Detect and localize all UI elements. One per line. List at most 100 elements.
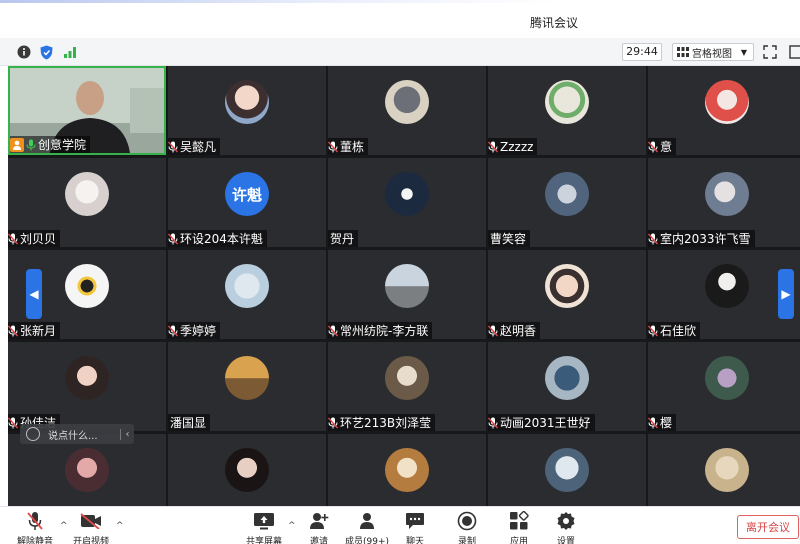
mic-muted-icon [168, 141, 179, 153]
view-mode-dropdown[interactable]: 宫格视图 ▼ [672, 43, 754, 61]
mic-muted-icon [488, 417, 499, 429]
participant-tile[interactable]: 吴懿凡 [168, 66, 326, 155]
mic-muted-icon [488, 325, 499, 337]
mic-muted-icon [8, 325, 19, 337]
prev-page-button[interactable]: ◀ [26, 269, 42, 319]
participant-name: 董栋 [340, 140, 365, 154]
participant-name: 张新月 [20, 324, 57, 338]
participant-nametag: 董栋 [328, 138, 369, 155]
video-options-caret[interactable]: ^ [116, 521, 124, 531]
unmute-label: 解除静音 [16, 537, 53, 544]
mic-muted-icon [168, 233, 179, 245]
chat-quick-input[interactable]: 说点什么... ‹ [20, 424, 134, 444]
participant-tile[interactable]: 董栋 [328, 66, 486, 155]
participant-name: 潘国显 [170, 416, 207, 430]
camera-off-icon [80, 511, 102, 531]
grid-view-icon [677, 47, 689, 57]
participant-nametag: 动画2031王世好 [488, 414, 595, 431]
participant-name: 动画2031王世好 [500, 416, 591, 430]
participant-tile[interactable]: 创意学院 [8, 66, 166, 155]
start-video-button[interactable]: 开启视频 [66, 511, 116, 544]
participant-name: 创意学院 [38, 138, 87, 152]
participant-nametag: 樱 [648, 414, 677, 431]
mic-muted-icon [8, 417, 19, 429]
settings-button[interactable]: 设置 [541, 511, 591, 544]
unmute-button[interactable]: 解除静音 [10, 511, 60, 544]
chat-label: 聊天 [405, 537, 424, 544]
participant-tile[interactable]: 室内2033许飞雪 [648, 158, 800, 247]
participant-tile[interactable]: 意 [648, 66, 800, 155]
participant-avatar [225, 80, 269, 124]
participant-name: 意 [660, 140, 673, 154]
title-bar: 腾讯会议 [0, 0, 800, 38]
participant-avatar [225, 356, 269, 400]
mic-muted-icon [648, 233, 659, 245]
chevron-left-icon: ◀ [29, 287, 39, 301]
participant-nametag: 刘贝贝 [8, 230, 61, 247]
participant-name: 室内2033许飞雪 [660, 232, 751, 246]
participant-avatar [545, 356, 589, 400]
meeting-timer: 29:44 [622, 43, 662, 61]
collapse-icon[interactable]: ‹ [120, 428, 134, 440]
apps-button[interactable]: 应用 [494, 511, 544, 544]
share-screen-button[interactable]: 共享屏幕 [239, 511, 289, 544]
participant-avatar [65, 448, 109, 492]
start-video-label: 开启视频 [72, 537, 109, 544]
participant-tile[interactable]: 刘贝贝 [8, 158, 166, 247]
apps-label: 应用 [509, 537, 528, 544]
participant-tile[interactable]: 许魁 环设204本许魁 [168, 158, 326, 247]
next-page-button[interactable]: ▶ [778, 269, 794, 319]
participant-tile[interactable]: 环艺213B刘泽莹 [328, 342, 486, 431]
emoji-icon[interactable] [26, 427, 40, 441]
participant-nametag: 赵明香 [488, 322, 541, 339]
participant-tile[interactable]: 贺丹 [328, 158, 486, 247]
title-bar-accent [0, 0, 800, 3]
participant-tile[interactable]: 曹笑容 [488, 158, 646, 247]
window-mode-icon[interactable] [789, 44, 800, 60]
apps-icon [508, 511, 530, 531]
participant-avatar [385, 172, 429, 216]
participant-avatar [545, 264, 589, 308]
chevron-down-icon: ▼ [740, 47, 747, 57]
participant-name: 吴懿凡 [180, 140, 217, 154]
participant-avatar [705, 264, 749, 308]
participant-name: 樱 [660, 416, 673, 430]
invite-label: 邀请 [309, 537, 328, 544]
participant-tile[interactable]: 季婷婷 [168, 250, 326, 339]
participant-nametag: 常州纺院-李方联 [328, 322, 433, 339]
participant-nametag: 贺丹 [328, 230, 359, 247]
chat-button[interactable]: 聊天 [390, 511, 440, 544]
info-icon[interactable] [16, 44, 32, 60]
members-button[interactable]: 成员(99+) [342, 511, 392, 544]
participant-tile[interactable]: 潘国显 [168, 342, 326, 431]
participant-nametag: 创意学院 [10, 136, 91, 153]
participant-nametag: 张新月 [8, 322, 61, 339]
participant-name: 常州纺院-李方联 [340, 324, 429, 338]
participant-avatar [705, 172, 749, 216]
participant-name: Zzzzz [500, 139, 534, 154]
participant-tile[interactable]: 孙佳洁 [8, 342, 166, 431]
chat-hint-text: 说点什么... [48, 430, 98, 442]
meeting-toolbar: 解除静音 ^ 开启视频 ^ 共享屏幕 ^ 邀请 成员(99+) 聊天 录制 应用… [0, 506, 800, 544]
signal-strength-icon[interactable] [62, 44, 78, 60]
mic-muted-icon [648, 325, 659, 337]
participant-tile[interactable]: 动画2031王世好 [488, 342, 646, 431]
record-button[interactable]: 录制 [442, 511, 492, 544]
participant-nametag: 吴懿凡 [168, 138, 221, 155]
participant-avatar [225, 264, 269, 308]
participant-name: 石佳欣 [660, 324, 697, 338]
participant-tile[interactable]: 常州纺院-李方联 [328, 250, 486, 339]
participant-tile[interactable]: 赵明香 [488, 250, 646, 339]
mic-muted-icon [168, 325, 179, 337]
invite-button[interactable]: 邀请 [294, 511, 344, 544]
shield-icon[interactable] [38, 44, 54, 60]
participant-tile[interactable]: 樱 [648, 342, 800, 431]
leave-meeting-button[interactable]: 离开会议 [737, 515, 799, 539]
participant-avatar [385, 448, 429, 492]
participant-tile[interactable]: Zzzzz [488, 66, 646, 155]
fullscreen-icon[interactable] [763, 44, 779, 60]
settings-label: 设置 [556, 537, 575, 544]
mic-muted-icon [648, 141, 659, 153]
share-screen-icon [253, 511, 275, 531]
participant-avatar [545, 80, 589, 124]
